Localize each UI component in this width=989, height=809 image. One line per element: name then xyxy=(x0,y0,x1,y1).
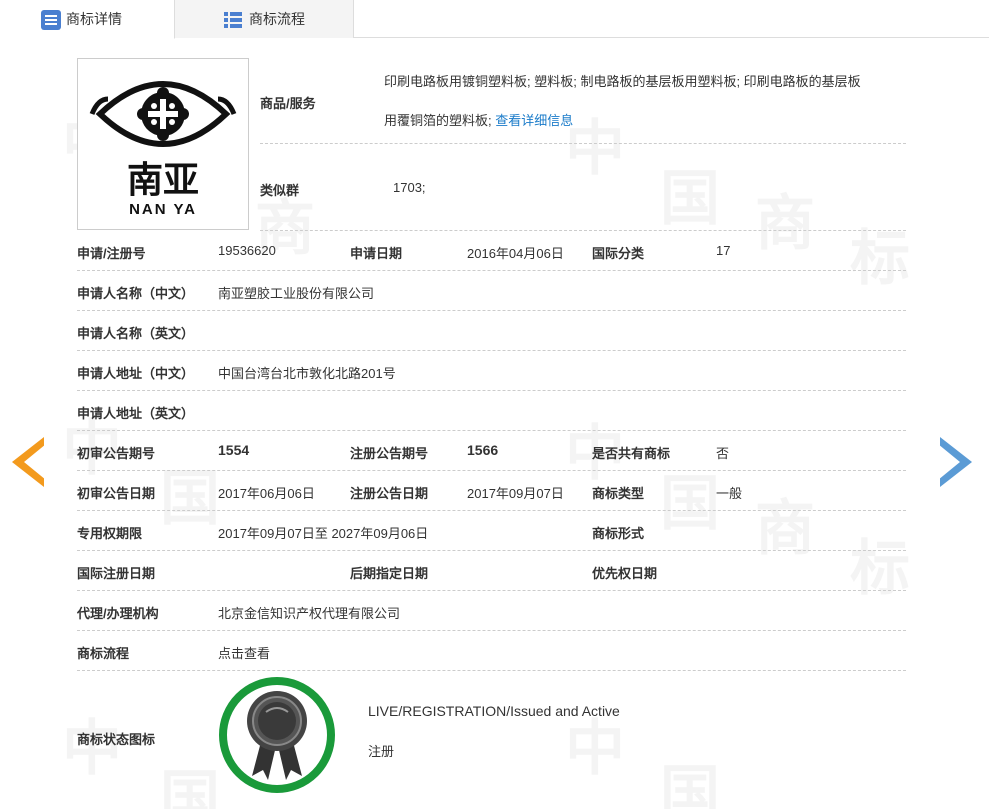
tm-type-value: 一般 xyxy=(716,486,743,501)
view-flow-link[interactable]: 点击查看 xyxy=(218,643,270,662)
agency-label: 代理/办理机构 xyxy=(77,606,159,621)
divider xyxy=(77,350,906,351)
divider xyxy=(77,310,906,311)
next-arrow-icon[interactable] xyxy=(938,437,972,487)
divider xyxy=(77,430,906,431)
intl-reg-date-label: 国际注册日期 xyxy=(77,566,156,581)
flow-label: 商标流程 xyxy=(77,646,130,661)
tm-type-label: 商标类型 xyxy=(592,486,645,501)
address-cn-label: 申请人地址（中文） xyxy=(77,366,195,381)
tab-bar: 商标详情 商标流程 xyxy=(0,0,989,39)
reg-ann-no-label: 注册公告期号 xyxy=(350,446,429,461)
applicant-en-label: 申请人名称（英文） xyxy=(77,326,195,341)
intl-class-value: 17 xyxy=(716,243,731,258)
prelim-date-label: 初审公告日期 xyxy=(77,486,156,501)
exclusive-value: 2017年09月07日至 2027年09月06日 xyxy=(218,526,429,541)
divider xyxy=(77,270,906,271)
applicant-cn-label: 申请人名称（中文） xyxy=(77,286,195,301)
divider xyxy=(77,550,906,551)
prelim-no-label: 初审公告期号 xyxy=(77,446,156,461)
divider xyxy=(77,510,906,511)
divider xyxy=(77,390,906,391)
grid-list-icon xyxy=(224,12,242,28)
status-cn-text: 注册 xyxy=(368,744,395,759)
agency-value: 北京金信知识产权代理有限公司 xyxy=(218,606,401,621)
later-date-label: 后期指定日期 xyxy=(350,566,429,581)
divider xyxy=(77,590,906,591)
svg-text:南亚: 南亚 xyxy=(127,160,199,201)
shared-value: 否 xyxy=(716,446,730,461)
reg-ann-no-value: 1566 xyxy=(467,442,499,458)
previous-arrow-icon[interactable] xyxy=(12,437,46,487)
status-en-text: LIVE/REGISTRATION/Issued and Active xyxy=(368,703,620,719)
reg-ann-date-label: 注册公告日期 xyxy=(350,486,429,501)
nan-ya-logo: 南亚 NAN YA xyxy=(89,81,237,218)
priority-date-label: 优先权日期 xyxy=(592,566,658,581)
apply-date-value: 2016年04月06日 xyxy=(467,246,564,261)
svg-text:NAN YA: NAN YA xyxy=(129,201,197,218)
registered-status-icon xyxy=(219,677,335,793)
divider xyxy=(77,470,906,471)
view-details-link[interactable]: 查看详细信息 xyxy=(495,113,573,128)
divider xyxy=(77,630,906,631)
tab-trademark-details[interactable]: 商标详情 xyxy=(0,0,175,39)
goods-services-text: 用覆铜箔的塑料板; xyxy=(384,113,492,128)
exclusive-label: 专用权期限 xyxy=(77,526,143,541)
status-icon-label: 商标状态图标 xyxy=(77,732,156,747)
goods-services-label: 商品/服务 xyxy=(260,96,316,111)
reg-ann-date-value: 2017年09月07日 xyxy=(467,486,564,501)
address-en-label: 申请人地址（英文） xyxy=(77,406,195,421)
intl-class-label: 国际分类 xyxy=(592,246,645,261)
trademark-logo-image: 南亚 NAN YA xyxy=(77,58,249,230)
similar-group-label: 类似群 xyxy=(260,183,300,198)
similar-group-value: 1703; xyxy=(393,180,426,195)
reg-no-label: 申请/注册号 xyxy=(77,246,146,261)
tm-form-label: 商标形式 xyxy=(592,526,645,541)
goods-services-line2: 用覆铜箔的塑料板; 查看详细信息 xyxy=(384,101,573,141)
apply-date-label: 申请日期 xyxy=(350,246,403,261)
goods-services-line1: 印刷电路板用镀铜塑料板; 塑料板; 制电路板的基层板用塑料板; 印刷电路板的基层… xyxy=(384,74,861,89)
address-cn-value: 中国台湾台北市敦化北路201号 xyxy=(218,366,396,381)
shared-label: 是否共有商标 xyxy=(592,446,671,461)
applicant-cn-value: 南亚塑胶工业股份有限公司 xyxy=(218,286,375,301)
divider xyxy=(260,230,906,231)
prelim-date-value: 2017年06月06日 xyxy=(218,486,315,501)
divider xyxy=(260,143,906,144)
divider xyxy=(77,670,906,671)
reg-no-value: 19536620 xyxy=(218,243,276,258)
list-icon xyxy=(41,10,61,30)
prelim-no-value: 1554 xyxy=(218,442,250,458)
tab-trademark-flow[interactable]: 商标流程 xyxy=(175,0,354,38)
